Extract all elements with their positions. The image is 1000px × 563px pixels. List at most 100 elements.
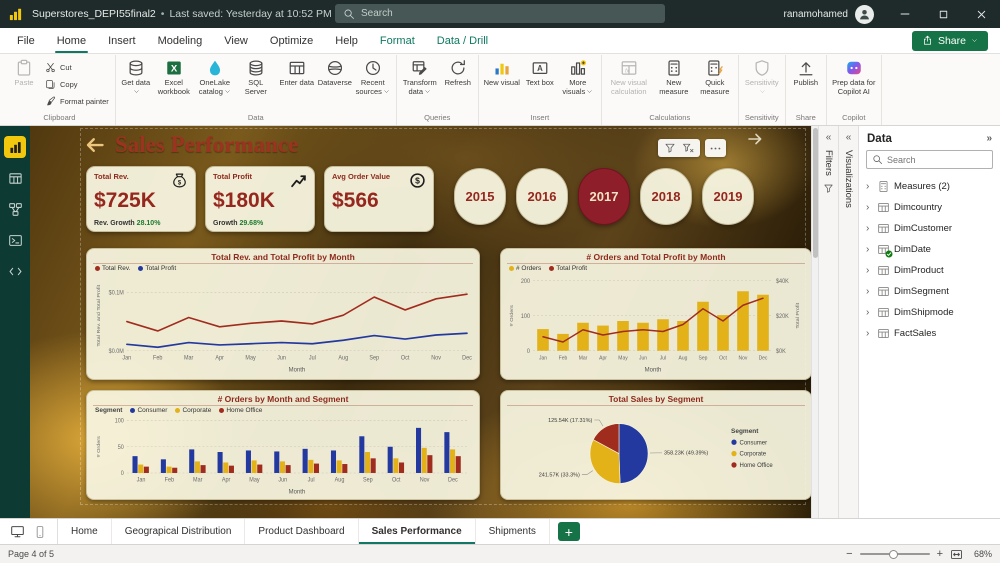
tmdl-view-button[interactable] [4, 260, 26, 282]
menu-tab-view[interactable]: View [213, 28, 259, 53]
visualizations-pane-collapsed[interactable]: « Visualizations [838, 126, 858, 518]
minimize-button[interactable] [886, 0, 924, 28]
field-dimdate[interactable]: ›DimDate [859, 239, 1000, 260]
visual-rev-profit-line[interactable]: Total Rev. and Total Profit by MonthTota… [86, 248, 480, 380]
zoom-slider[interactable] [860, 553, 930, 555]
kpi-card-total-rev[interactable]: Total Rev.$$725KRev. Growth 28.10% [86, 166, 196, 232]
new-visual-calculation-button[interactable]: fxNew visual calculation [605, 55, 653, 97]
clear-filter-icon[interactable] [682, 142, 694, 154]
menu-tab-data-drill[interactable]: Data / Drill [426, 28, 499, 53]
maximize-button[interactable] [924, 0, 962, 28]
account-info[interactable]: ranamohamed [784, 5, 874, 24]
publish-button[interactable]: Publish [789, 55, 823, 89]
report-canvas[interactable]: Sales Performance Total Rev.$$725KRev. G… [30, 126, 818, 518]
page-tab-shipments[interactable]: Shipments [476, 519, 550, 544]
collapse-data-pane-icon[interactable]: » [986, 134, 992, 144]
menu-tab-optimize[interactable]: Optimize [259, 28, 324, 53]
dataverse-button[interactable]: Dataverse [318, 55, 352, 89]
back-arrow-icon[interactable] [85, 135, 105, 155]
close-button[interactable] [962, 0, 1000, 28]
kpi-card-avg-order-value[interactable]: Avg Order Value$$566 [324, 166, 434, 232]
table-view-button[interactable] [4, 167, 26, 189]
share-button[interactable]: Share [912, 31, 988, 51]
format-painter-button[interactable]: Format painter [42, 95, 112, 108]
forward-arrow-icon[interactable] [747, 131, 763, 147]
avatar[interactable] [855, 5, 874, 24]
field-dimcustomer[interactable]: ›DimCustomer [859, 218, 1000, 239]
mobile-layout-icon[interactable] [33, 525, 47, 539]
add-page-button[interactable]: + [558, 522, 580, 541]
page-tab-geograpical-distribution[interactable]: Geograpical Distribution [112, 519, 246, 544]
field-dimshipmode[interactable]: ›DimShipmode [859, 302, 1000, 323]
expand-chevron-icon[interactable]: › [866, 223, 873, 234]
menu-tab-file[interactable]: File [6, 28, 46, 53]
zoom-out-button[interactable]: − [846, 549, 852, 560]
menu-tab-insert[interactable]: Insert [97, 28, 147, 53]
report-view-button[interactable] [4, 136, 26, 158]
chart-plot[interactable]: 0100200$0K$20K$40KJanFebMarAprMayJunJulA… [507, 272, 805, 377]
year-2019-button[interactable]: 2019 [702, 168, 754, 225]
year-2017-button[interactable]: 2017 [578, 168, 630, 225]
visual-sales-by-segment-pie[interactable]: Total Sales by Segment358.23K (49.39%)24… [500, 390, 812, 500]
menu-tab-modeling[interactable]: Modeling [147, 28, 214, 53]
sensitivity-button[interactable]: Sensitivity [742, 55, 782, 97]
model-view-button[interactable] [4, 198, 26, 220]
new-measure-button[interactable]: New measure [654, 55, 694, 97]
year-2016-button[interactable]: 2016 [516, 168, 568, 225]
expand-chevron-icon[interactable]: › [866, 244, 873, 255]
field-dimproduct[interactable]: ›DimProduct [859, 260, 1000, 281]
quick-measure-button[interactable]: Quick measure [695, 55, 735, 97]
kpi-card-total-profit[interactable]: Total Profit$180KGrowth 29.68% [205, 166, 315, 232]
transform-data-button[interactable]: Transform data [400, 55, 440, 97]
field-dimsegment[interactable]: ›DimSegment [859, 281, 1000, 302]
refresh-button[interactable]: Refresh [441, 55, 475, 89]
zoom-slider-thumb[interactable] [889, 550, 898, 559]
search-input[interactable] [361, 8, 657, 19]
expand-visualizations-icon[interactable]: « [846, 133, 852, 143]
expand-chevron-icon[interactable]: › [866, 181, 873, 192]
visual-orders-by-segment-bars[interactable]: # Orders by Month and SegmentSegmentCons… [86, 390, 480, 500]
filter-icon[interactable] [664, 142, 676, 154]
desktop-layout-icon[interactable] [10, 524, 25, 539]
copy-button[interactable]: Copy [42, 78, 112, 91]
menu-tab-home[interactable]: Home [46, 28, 97, 53]
field-factsales[interactable]: ›FactSales [859, 323, 1000, 344]
dax-query-view-button[interactable] [4, 229, 26, 251]
document-title[interactable]: Superstores_DEPI55final2 • Last saved: Y… [32, 8, 345, 20]
expand-chevron-icon[interactable]: › [866, 286, 873, 297]
year-2015-button[interactable]: 2015 [454, 168, 506, 225]
menu-tab-format[interactable]: Format [369, 28, 426, 53]
chart-plot[interactable]: $0.0M$0.1MJanFebMarAprMayJunJulAugSepOct… [93, 272, 473, 377]
expand-chevron-icon[interactable]: › [866, 307, 873, 318]
field-measures-2[interactable]: ›Measures (2) [859, 176, 1000, 197]
page-tab-product-dashboard[interactable]: Product Dashboard [245, 519, 358, 544]
recent-sources-button[interactable]: Recent sources [353, 55, 393, 97]
excel-workbook-button[interactable]: XExcel workbook [154, 55, 194, 97]
more-options-button[interactable] [705, 139, 726, 157]
new-visual-button[interactable]: New visual [482, 55, 522, 89]
prep-data-for-copilot-ai-button[interactable]: Prep data for Copilot AI [830, 55, 878, 97]
filters-pane-collapsed[interactable]: « Filters [818, 126, 838, 518]
zoom-in-button[interactable]: + [937, 549, 943, 560]
enter-data-button[interactable]: Enter data [277, 55, 317, 89]
onelake-catalog-button[interactable]: OneLake catalog [195, 55, 235, 97]
global-search[interactable] [335, 4, 665, 23]
visual-orders-profit-combo[interactable]: # Orders and Total Profit by Month# Orde… [500, 248, 812, 380]
sql-server-button[interactable]: SQL Server [236, 55, 276, 97]
text-box-button[interactable]: AText box [523, 55, 557, 89]
get-data-button[interactable]: Get data [119, 55, 153, 97]
cut-button[interactable]: Cut [42, 61, 112, 74]
chart-plot[interactable]: 358.23K (49.39%)241.57K (33.3%)125.54K (… [507, 406, 805, 497]
expand-chevron-icon[interactable]: › [866, 328, 873, 339]
menu-tab-help[interactable]: Help [324, 28, 369, 53]
expand-chevron-icon[interactable]: › [866, 265, 873, 276]
chart-plot[interactable]: 050100JanFebMarAprMayJunJulAugSepOctNovD… [93, 414, 473, 497]
page-tab-home[interactable]: Home [58, 519, 112, 544]
more-visuals-button[interactable]: More visuals [558, 55, 598, 97]
fit-to-page-icon[interactable] [950, 548, 963, 561]
canvas-scrollbar[interactable] [811, 126, 818, 518]
expand-filters-icon[interactable]: « [826, 133, 832, 143]
zoom-level[interactable]: 68% [970, 549, 992, 559]
field-search[interactable] [866, 150, 993, 169]
year-2018-button[interactable]: 2018 [640, 168, 692, 225]
